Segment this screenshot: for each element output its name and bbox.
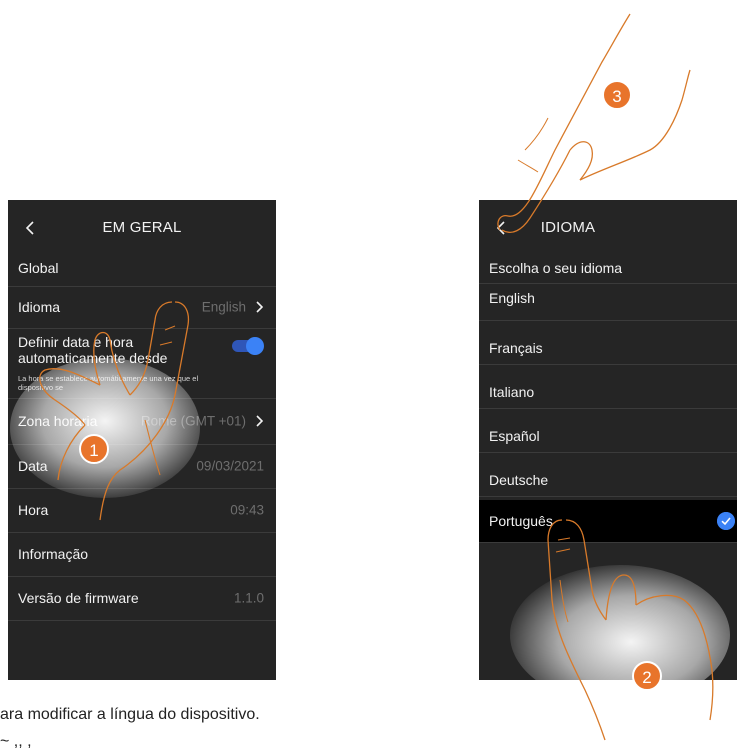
- row-hora[interactable]: Hora 09:43: [8, 488, 276, 533]
- language-label: Português: [489, 513, 553, 529]
- desc-line-2: dispositivo se: [18, 383, 64, 392]
- screen-header: EM GERAL: [8, 200, 276, 256]
- language-label: Italiano: [489, 384, 535, 400]
- language-option[interactable]: Español: [479, 408, 737, 453]
- language-option[interactable]: English: [479, 284, 737, 321]
- row-label: Hora: [18, 502, 49, 518]
- screen-header: IDIOMA: [479, 200, 737, 256]
- row-value: Rome (GMT +01): [140, 413, 246, 429]
- row-label: Idioma: [18, 299, 61, 315]
- section-label: Global: [18, 260, 59, 276]
- row-description: La hora se establece automáticamente una…: [18, 374, 256, 392]
- toggle-knob: [246, 337, 264, 355]
- row-label: Zona horaria: [18, 413, 98, 429]
- row-informacao[interactable]: Informação: [8, 532, 276, 577]
- language-label: Español: [489, 428, 540, 444]
- row-auto-time: Definir data e hora automaticamente desd…: [8, 328, 276, 399]
- auto-time-toggle[interactable]: [232, 337, 264, 355]
- section-label: Escolha o seu idioma: [489, 260, 623, 276]
- label-line-2: automaticamente desde: [18, 350, 168, 366]
- language-option[interactable]: Français: [479, 320, 737, 365]
- language-label: English: [489, 290, 535, 306]
- row-value: 09:43: [230, 502, 264, 518]
- page-title: IDIOMA: [540, 219, 596, 236]
- desc-line-1: La hora se establece automáticamente una…: [18, 374, 199, 383]
- language-option[interactable]: Italiano: [479, 364, 737, 409]
- language-screen: IDIOMA Escolha o seu idioma English Fran…: [479, 200, 737, 680]
- row-label: Informação: [18, 546, 89, 562]
- language-option[interactable]: Deutsche: [479, 452, 737, 497]
- instruction-caption: ara modificar a língua do dispositivo.: [0, 706, 260, 723]
- step-badge-2: 2: [632, 661, 662, 691]
- row-timezone[interactable]: Zona horaria Rome (GMT +01): [8, 398, 276, 445]
- row-data[interactable]: Data 09/03/2021: [8, 444, 276, 489]
- language-label: Français: [489, 340, 543, 356]
- row-value: English: [201, 299, 246, 315]
- chevron-right-icon: [256, 301, 264, 313]
- label-line-1: Definir data e hora: [18, 334, 134, 350]
- language-option-selected[interactable]: Português: [479, 500, 737, 543]
- row-firmware: Versão de firmware 1.1.0: [8, 576, 276, 621]
- row-label: Definir data e hora automaticamente desd…: [18, 334, 167, 366]
- language-label: Deutsche: [489, 472, 549, 488]
- row-value: 09/03/2021: [196, 458, 264, 474]
- chevron-right-icon: [256, 415, 264, 427]
- row-label: Data: [18, 458, 48, 474]
- row-value: 1.1.0: [233, 590, 264, 606]
- check-icon: [717, 512, 735, 530]
- row-idioma[interactable]: Idioma English: [8, 286, 276, 329]
- step-badge-3: 3: [602, 80, 632, 110]
- settings-screen: EM GERAL Global Idioma English Definir d…: [8, 200, 276, 680]
- step-badge-1: 1: [79, 434, 109, 464]
- page-title: EM GERAL: [102, 219, 182, 236]
- row-label: Versão de firmware: [18, 590, 139, 606]
- instruction-caption-2: ~ ,, ,: [0, 733, 32, 750]
